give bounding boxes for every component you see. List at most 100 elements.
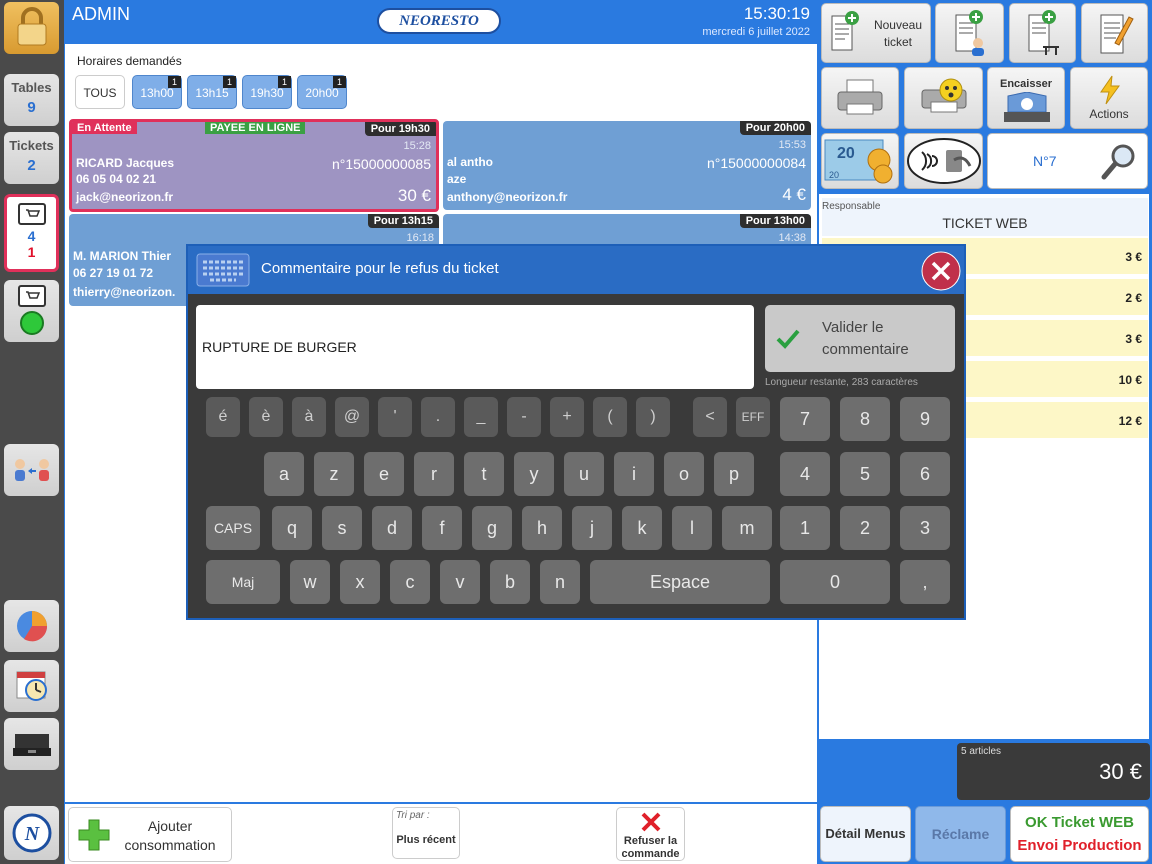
key[interactable]: z (314, 452, 354, 496)
key[interactable]: v (440, 560, 480, 604)
key[interactable]: è (249, 397, 283, 437)
sort-selector[interactable]: Tri par : Plus récent (392, 807, 460, 859)
key[interactable]: a (264, 452, 304, 496)
new-ticket-button[interactable]: Nouveau ticket (821, 3, 931, 63)
ok-web-send-button[interactable]: OK Ticket WEB Envoi Production (1010, 806, 1149, 862)
key[interactable]: s (322, 506, 362, 550)
key[interactable]: t (464, 452, 504, 496)
key[interactable]: e (364, 452, 404, 496)
key[interactable]: é (206, 397, 240, 437)
print-preview-button[interactable] (904, 67, 983, 129)
shift-key[interactable]: Maj (206, 560, 280, 604)
ticket-search-button[interactable]: N°7 (987, 133, 1148, 189)
order-card[interactable]: Pour 20h00 15:53 al antho n°15000000084 … (443, 121, 811, 210)
key[interactable]: y (514, 452, 554, 496)
key[interactable]: 0 (780, 560, 890, 604)
add-consumption-button[interactable]: Ajouter consommation (68, 807, 232, 862)
key[interactable]: b (490, 560, 530, 604)
print-button[interactable] (821, 67, 899, 129)
edit-ticket-button[interactable] (1081, 3, 1148, 63)
filter-slot-button[interactable]: 13h15 1 (187, 75, 237, 109)
close-icon (641, 812, 661, 832)
key[interactable]: ( (593, 397, 627, 437)
close-dialog-icon[interactable] (920, 250, 962, 292)
clear-key[interactable]: EFF (736, 397, 770, 437)
pay-contactless-button[interactable] (904, 133, 983, 189)
key[interactable]: 6 (900, 452, 950, 496)
transfer-users-button[interactable] (4, 444, 59, 496)
money-icon: 20 20 (824, 139, 893, 184)
key[interactable]: r (414, 452, 454, 496)
encaisser-button[interactable]: Encaisser (987, 67, 1065, 129)
reclame-button[interactable]: Réclame (915, 806, 1006, 862)
space-key[interactable]: Espace (590, 560, 770, 604)
key[interactable]: 4 (780, 452, 830, 496)
key[interactable]: @ (335, 397, 369, 437)
key[interactable]: l (672, 506, 712, 550)
comment-input[interactable]: RUPTURE DE BURGER (196, 305, 754, 389)
key[interactable]: 8 (840, 397, 890, 441)
backspace-key[interactable]: < (693, 397, 727, 437)
neoresto-menu-button[interactable]: N (4, 806, 59, 860)
new-ticket-customer-button[interactable] (935, 3, 1004, 63)
tickets-button[interactable]: Tickets 2 (4, 132, 59, 184)
key[interactable]: i (614, 452, 654, 496)
planning-button[interactable] (4, 660, 59, 712)
order-time: 16:18 (406, 232, 434, 244)
web-orders-button[interactable]: 4 1 (4, 194, 59, 272)
key[interactable]: w (290, 560, 330, 604)
key[interactable]: 3 (900, 506, 950, 550)
validate-comment-button[interactable]: Valider le commentaire (765, 305, 955, 372)
key[interactable]: - (507, 397, 541, 437)
key[interactable]: n (540, 560, 580, 604)
key[interactable]: k (622, 506, 662, 550)
key[interactable]: 1 (780, 506, 830, 550)
filter-slot-button[interactable]: 19h30 1 (242, 75, 292, 109)
key[interactable]: h (522, 506, 562, 550)
key[interactable]: x (340, 560, 380, 604)
cash-drawer-button[interactable] (4, 718, 59, 770)
filter-slot-button[interactable]: 13h00 1 (132, 75, 182, 109)
key[interactable]: + (550, 397, 584, 437)
add-consumption-label: Ajouter consommation (124, 818, 216, 853)
transfer-users-icon (14, 459, 49, 481)
key[interactable]: c (390, 560, 430, 604)
customer-phone: 06 27 19 01 72 (73, 266, 154, 280)
key[interactable]: o (664, 452, 704, 496)
key[interactable]: . (421, 397, 455, 437)
key[interactable]: g (472, 506, 512, 550)
pay-cash-button[interactable]: 20 20 (821, 133, 899, 189)
new-ticket-table-button[interactable] (1009, 3, 1076, 63)
key[interactable]: ) (636, 397, 670, 437)
stats-button[interactable] (4, 600, 59, 652)
detail-menus-button[interactable]: Détail Menus (820, 806, 911, 862)
key[interactable]: m (722, 506, 772, 550)
pickup-time: Pour 19h30 (364, 122, 436, 136)
key[interactable]: p (714, 452, 754, 496)
filter-all-button[interactable]: TOUS (75, 75, 125, 109)
key[interactable]: q (272, 506, 312, 550)
web-status-button[interactable] (4, 280, 59, 342)
key[interactable]: _ (464, 397, 498, 437)
caps-key[interactable]: CAPS (206, 506, 260, 550)
order-card[interactable]: En Attente PAYEE EN LIGNE Pour 19h30 15:… (69, 119, 439, 212)
key[interactable]: 7 (780, 397, 830, 441)
key[interactable]: 9 (900, 397, 950, 441)
key[interactable]: f (422, 506, 462, 550)
key[interactable]: , (900, 560, 950, 604)
key[interactable]: 5 (840, 452, 890, 496)
total-box: 5 articles 30 € (957, 743, 1150, 800)
key[interactable]: d (372, 506, 412, 550)
validate-label: Valider le commentaire (822, 319, 909, 358)
new-ticket-icon (831, 11, 859, 51)
key[interactable]: u (564, 452, 604, 496)
key[interactable]: 2 (840, 506, 890, 550)
lock-button[interactable] (4, 2, 59, 54)
filter-slot-button[interactable]: 20h00 1 (297, 75, 347, 109)
key[interactable]: à (292, 397, 326, 437)
actions-button[interactable]: Actions (1070, 67, 1148, 129)
key[interactable]: ' (378, 397, 412, 437)
tables-button[interactable]: Tables 9 (4, 74, 59, 126)
key[interactable]: j (572, 506, 612, 550)
refuse-order-button[interactable]: Refuser la commande (616, 807, 685, 861)
